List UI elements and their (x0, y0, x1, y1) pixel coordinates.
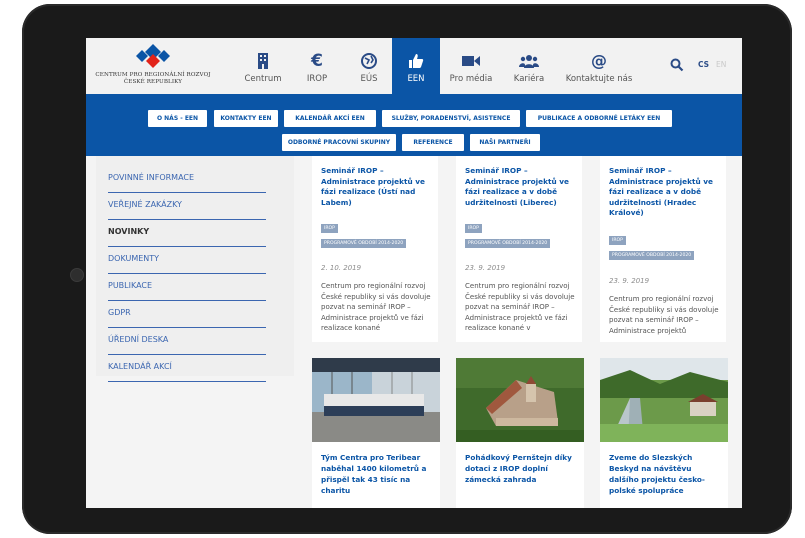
site-header: CENTRUM PRO REGIONÁLNÍ ROZVOJ ČESKÉ REPU… (86, 38, 742, 94)
nav-centrum[interactable]: Centrum (238, 38, 288, 94)
logo-text: CENTRUM PRO REGIONÁLNÍ ROZVOJ ČESKÉ REPU… (90, 72, 216, 86)
nav-kariera[interactable]: Kariéra (504, 38, 554, 94)
nav-eus[interactable]: EÚS (346, 38, 392, 94)
sidebar-item-verejne-zakazky[interactable]: VEŘEJNÉ ZAKÁZKY (108, 193, 266, 220)
news-card-title[interactable]: Seminář IROP – Administrace projektů ve … (321, 166, 431, 208)
photo-news-card-title[interactable]: Tým Centra pro Teribear naběhal 1400 kil… (321, 452, 433, 496)
nav-kontaktujte-nas[interactable]: @ Kontaktujte nás (562, 38, 636, 94)
subnav-o-nas-een[interactable]: O NÁS - EEN (148, 110, 207, 127)
nav-een[interactable]: EEN (392, 38, 440, 94)
sidebar-item-povinne-informace[interactable]: POVINNÉ INFORMACE (108, 166, 266, 193)
subnav-sluzby[interactable]: SLUŽBY, PORADENSTVÍ, ASISTENCE (382, 110, 520, 127)
nav-irop[interactable]: € IROP (294, 38, 340, 94)
subnav-odborne-skupiny[interactable]: ODBORNÉ PRACOVNÍ SKUPINY (282, 134, 396, 151)
news-card-date: 23. 9. 2019 (609, 277, 650, 285)
news-card-excerpt: Centrum pro regionální rozvoj České repu… (465, 282, 575, 332)
building-icon (258, 53, 268, 69)
tag-programove-obdobi[interactable]: PROGRAMOVÉ OBDOBÍ 2014-2020 (465, 239, 551, 248)
tag-irop[interactable]: IROP (321, 224, 338, 233)
sidebar-item-uredni-deska[interactable]: ÚŘEDNÍ DESKA (108, 328, 266, 355)
logo-text-line1: CENTRUM PRO REGIONÁLNÍ ROZVOJ (95, 72, 211, 78)
sidebar-item-publikace[interactable]: PUBLIKACE (108, 274, 266, 301)
team-photo[interactable] (312, 358, 440, 442)
at-icon: @ (591, 51, 607, 70)
search-icon[interactable] (670, 58, 684, 72)
nav-pro-media[interactable]: Pro média (446, 38, 496, 94)
castle-photo[interactable] (456, 358, 584, 442)
people-icon (519, 55, 539, 68)
sidebar: POVINNÉ INFORMACE VEŘEJNÉ ZAKÁZKY NOVINK… (96, 156, 294, 382)
photo-news-card-title[interactable]: Zveme do Slezských Beskyd na návštěvu da… (609, 452, 721, 496)
euro-icon: € (311, 51, 323, 71)
nav-een-label: EEN (407, 74, 425, 84)
nav-irop-label: IROP (306, 74, 328, 84)
browser-screen: CENTRUM PRO REGIONÁLNÍ ROZVOJ ČESKÉ REPU… (86, 38, 742, 508)
photo-news-card[interactable]: Pohádkový Pernštejn díky dotaci z IROP d… (456, 358, 584, 508)
thumbs-up-icon (409, 54, 424, 68)
sidebar-item-dokumenty[interactable]: DOKUMENTY (108, 247, 266, 274)
photo-news-card-title[interactable]: Pohádkový Pernštejn díky dotaci z IROP d… (465, 452, 577, 485)
news-card-date: 2. 10. 2019 (321, 264, 362, 272)
sidebar-item-gdpr[interactable]: GDPR (108, 301, 266, 328)
subnav-publikace-letaky[interactable]: PUBLIKACE A ODBORNÉ LETÁKY EEN (526, 110, 672, 127)
nav-centrum-label: Centrum (244, 74, 282, 84)
een-subnav: O NÁS - EEN KONTAKTY EEN KALENDÁŘ AKCÍ E… (86, 94, 742, 156)
globe-icon (361, 53, 377, 69)
lang-en-link[interactable]: EN (716, 60, 726, 69)
subnav-nasi-partneri[interactable]: NAŠI PARTNEŘI (470, 134, 540, 151)
logo-text-line2: ČESKÉ REPUBLIKY (123, 79, 183, 85)
nav-eus-label: EÚS (360, 74, 378, 84)
lang-cs-link[interactable]: CS (698, 60, 709, 69)
news-card-excerpt: Centrum pro regionální rozvoj České repu… (321, 282, 431, 332)
sidebar-item-novinky[interactable]: NOVINKY (108, 220, 266, 247)
tag-programove-obdobi[interactable]: PROGRAMOVÉ OBDOBÍ 2014-2020 (609, 251, 695, 260)
subnav-reference[interactable]: REFERENCE (402, 134, 464, 151)
news-card[interactable]: Seminář IROP – Administrace projektů ve … (312, 156, 438, 342)
tag-irop[interactable]: IROP (465, 224, 482, 233)
nav-pro-media-label: Pro média (449, 74, 493, 84)
crr-logo-icon[interactable] (128, 42, 178, 72)
subnav-kontakty-een[interactable]: KONTAKTY EEN (214, 110, 278, 127)
news-card[interactable]: Seminář IROP – Administrace projektů ve … (456, 156, 582, 342)
news-card-title[interactable]: Seminář IROP – Administrace projektů ve … (609, 166, 719, 219)
news-card-date: 23. 9. 2019 (465, 264, 506, 272)
photo-news-card[interactable]: Tým Centra pro Teribear naběhal 1400 kil… (312, 358, 440, 508)
photo-news-card[interactable]: Zveme do Slezských Beskyd na návštěvu da… (600, 358, 728, 508)
nav-kontaktujte-nas-label: Kontaktujte nás (565, 74, 633, 84)
subnav-kalendar-akci-een[interactable]: KALENDÁŘ AKCÍ EEN (284, 110, 376, 127)
video-camera-icon (462, 56, 480, 66)
sidebar-item-kalendar-akci[interactable]: KALENDÁŘ AKCÍ (108, 355, 266, 382)
landscape-photo[interactable] (600, 358, 728, 442)
tag-irop[interactable]: IROP (609, 236, 626, 245)
news-card[interactable]: Seminář IROP – Administrace projektů ve … (600, 156, 726, 342)
tag-programove-obdobi[interactable]: PROGRAMOVÉ OBDOBÍ 2014-2020 (321, 239, 407, 248)
nav-kariera-label: Kariéra (513, 74, 545, 84)
news-card-excerpt: Centrum pro regionální rozvoj České repu… (609, 295, 719, 335)
news-card-title[interactable]: Seminář IROP – Administrace projektů ve … (465, 166, 575, 208)
tablet-camera (70, 268, 84, 282)
